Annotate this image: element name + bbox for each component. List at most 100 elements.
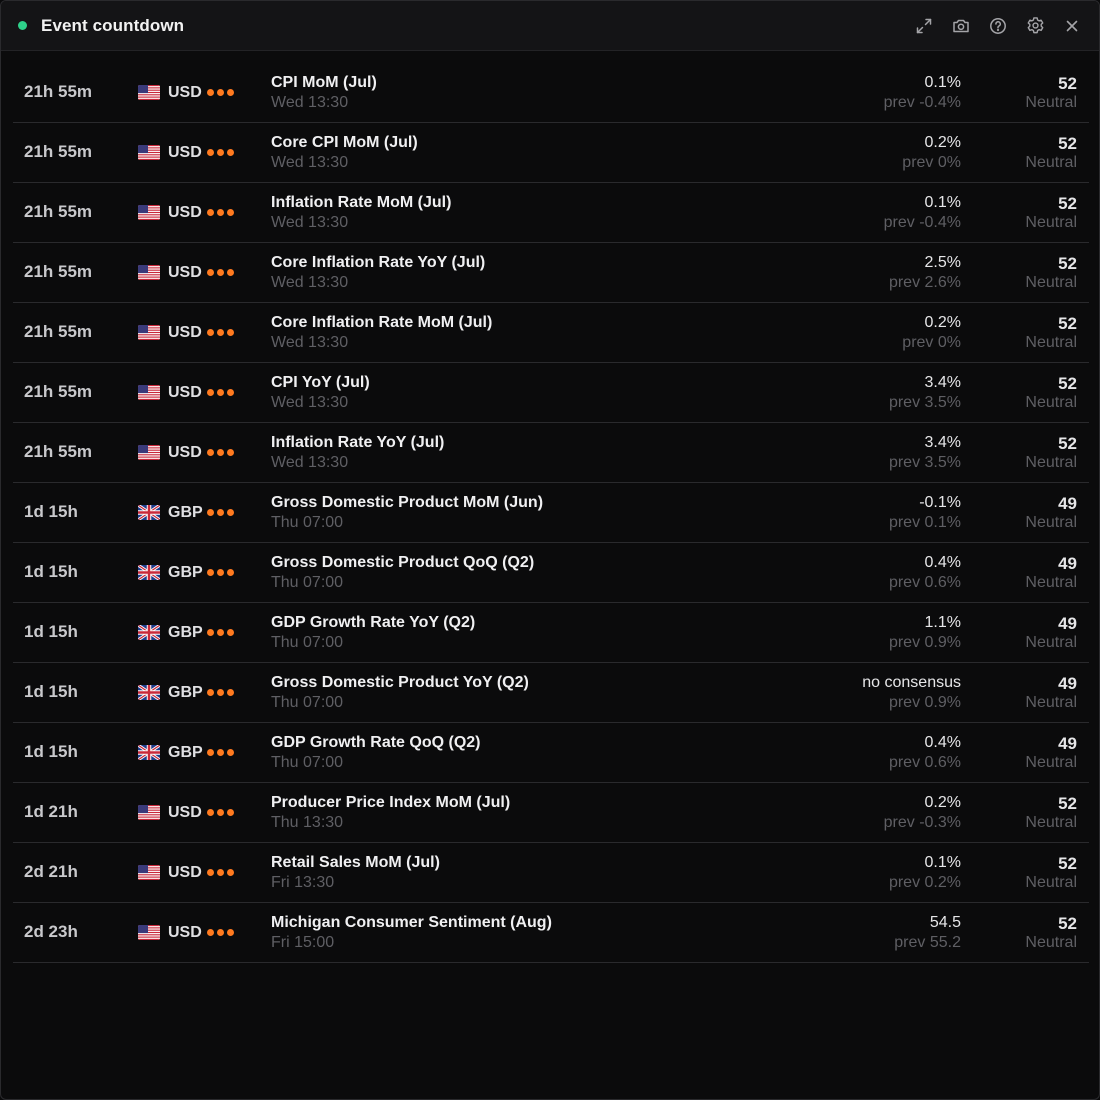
sentiment-label: Neutral xyxy=(1025,214,1077,231)
sentiment-label: Neutral xyxy=(1025,634,1077,651)
countdown-text: 2d 21h xyxy=(24,862,78,881)
importance-dots xyxy=(207,329,234,336)
event-row[interactable]: 21h 55m USD CPI YoY (Jul) Wed 13:30 3.4%… xyxy=(13,363,1089,423)
importance-dots xyxy=(207,389,234,396)
importance-dot xyxy=(227,509,234,516)
event-row[interactable]: 1d 15h GBP GDP Growth Rate QoQ (Q2) Thu … xyxy=(13,723,1089,783)
importance-dot xyxy=(217,149,224,156)
importance-dot xyxy=(217,389,224,396)
sentiment-label: Neutral xyxy=(1025,814,1077,831)
previous-value: prev 55.2 xyxy=(894,934,961,951)
importance-dot xyxy=(207,389,214,396)
sentiment-score: 52 xyxy=(1058,314,1077,333)
sentiment-label: Neutral xyxy=(1025,934,1077,951)
importance-dot xyxy=(217,449,224,456)
event-row[interactable]: 21h 55m USD Core Inflation Rate MoM (Jul… xyxy=(13,303,1089,363)
event-name: Gross Domestic Product YoY (Q2) xyxy=(271,674,529,691)
countdown-text: 21h 55m xyxy=(24,322,93,341)
importance-dot xyxy=(217,869,224,876)
currency-code: USD xyxy=(168,264,202,281)
expand-icon[interactable] xyxy=(913,15,935,37)
sentiment-label: Neutral xyxy=(1025,274,1077,291)
currency-code: GBP xyxy=(168,684,203,701)
us-flag-icon xyxy=(138,205,160,220)
event-time: Wed 13:30 xyxy=(271,154,349,171)
event-time: Wed 13:30 xyxy=(271,274,349,291)
event-time: Wed 13:30 xyxy=(271,94,349,111)
event-name: CPI YoY (Jul) xyxy=(271,374,370,391)
event-row[interactable]: 21h 55m USD CPI MoM (Jul) Wed 13:30 0.1%… xyxy=(13,63,1089,123)
countdown-text: 21h 55m xyxy=(24,202,93,221)
importance-dot xyxy=(217,689,224,696)
countdown-text: 1d 15h xyxy=(24,742,78,761)
us-flag-icon xyxy=(138,85,160,100)
sentiment-label: Neutral xyxy=(1025,694,1077,711)
importance-dots xyxy=(207,209,234,216)
sentiment-score: 49 xyxy=(1058,734,1077,753)
sentiment-label: Neutral xyxy=(1025,514,1077,531)
title-bar: Event countdown xyxy=(1,1,1099,51)
sentiment-score: 52 xyxy=(1058,374,1077,393)
help-icon[interactable] xyxy=(987,15,1009,37)
close-icon[interactable] xyxy=(1061,15,1083,37)
previous-value: prev 0.1% xyxy=(888,514,961,531)
sentiment-score: 52 xyxy=(1058,914,1077,933)
event-row[interactable]: 21h 55m USD Inflation Rate YoY (Jul) Wed… xyxy=(13,423,1089,483)
importance-dot xyxy=(207,869,214,876)
event-row[interactable]: 1d 15h GBP GDP Growth Rate YoY (Q2) Thu … xyxy=(13,603,1089,663)
currency-code: USD xyxy=(168,924,202,941)
currency-code: USD xyxy=(168,144,202,161)
importance-dot xyxy=(227,569,234,576)
event-row[interactable]: 21h 55m USD Inflation Rate MoM (Jul) Wed… xyxy=(13,183,1089,243)
importance-dot xyxy=(217,749,224,756)
event-row[interactable]: 1d 21h USD Producer Price Index MoM (Jul… xyxy=(13,783,1089,843)
event-name: Retail Sales MoM (Jul) xyxy=(271,854,440,871)
event-row[interactable]: 21h 55m USD Core CPI MoM (Jul) Wed 13:30… xyxy=(13,123,1089,183)
consensus-value: 0.1% xyxy=(924,854,961,871)
currency-code: USD xyxy=(168,84,202,101)
importance-dot xyxy=(227,689,234,696)
gear-icon[interactable] xyxy=(1024,15,1046,37)
importance-dot xyxy=(207,149,214,156)
event-row[interactable]: 2d 23h USD Michigan Consumer Sentiment (… xyxy=(13,903,1089,963)
event-name: GDP Growth Rate QoQ (Q2) xyxy=(271,734,481,751)
event-time: Fri 15:00 xyxy=(271,934,335,951)
importance-dot xyxy=(207,929,214,936)
event-row[interactable]: 21h 55m USD Core Inflation Rate YoY (Jul… xyxy=(13,243,1089,303)
event-time: Thu 07:00 xyxy=(271,574,344,591)
sentiment-score: 49 xyxy=(1058,554,1077,573)
importance-dot xyxy=(227,329,234,336)
countdown-text: 21h 55m xyxy=(24,382,93,401)
event-time: Wed 13:30 xyxy=(271,454,349,471)
event-time: Wed 13:30 xyxy=(271,394,349,411)
sentiment-score: 52 xyxy=(1058,194,1077,213)
importance-dot xyxy=(217,269,224,276)
importance-dot xyxy=(227,749,234,756)
event-row[interactable]: 1d 15h GBP Gross Domestic Product QoQ (Q… xyxy=(13,543,1089,603)
importance-dot xyxy=(227,629,234,636)
previous-value: prev -0.4% xyxy=(883,214,961,231)
countdown-text: 21h 55m xyxy=(24,442,93,461)
countdown-text: 21h 55m xyxy=(24,142,93,161)
consensus-value: 1.1% xyxy=(924,614,961,631)
event-row[interactable]: 1d 15h GBP Gross Domestic Product MoM (J… xyxy=(13,483,1089,543)
status-indicator xyxy=(18,21,27,30)
event-countdown-window: Event countdown 21h 55m USD CPI MoM (Jul… xyxy=(0,0,1100,1100)
importance-dot xyxy=(207,569,214,576)
importance-dots xyxy=(207,629,234,636)
previous-value: prev -0.3% xyxy=(883,814,961,831)
event-time: Thu 07:00 xyxy=(271,514,344,531)
event-row[interactable]: 2d 21h USD Retail Sales MoM (Jul) Fri 13… xyxy=(13,843,1089,903)
importance-dot xyxy=(207,269,214,276)
sentiment-score: 49 xyxy=(1058,674,1077,693)
previous-value: prev 0% xyxy=(902,154,961,171)
consensus-value: 2.5% xyxy=(924,254,961,271)
sentiment-score: 52 xyxy=(1058,854,1077,873)
importance-dot xyxy=(217,629,224,636)
consensus-value: 54.5 xyxy=(929,914,961,931)
importance-dot xyxy=(207,629,214,636)
event-row[interactable]: 1d 15h GBP Gross Domestic Product YoY (Q… xyxy=(13,663,1089,723)
importance-dot xyxy=(217,209,224,216)
camera-icon[interactable] xyxy=(950,15,972,37)
currency-code: USD xyxy=(168,864,202,881)
